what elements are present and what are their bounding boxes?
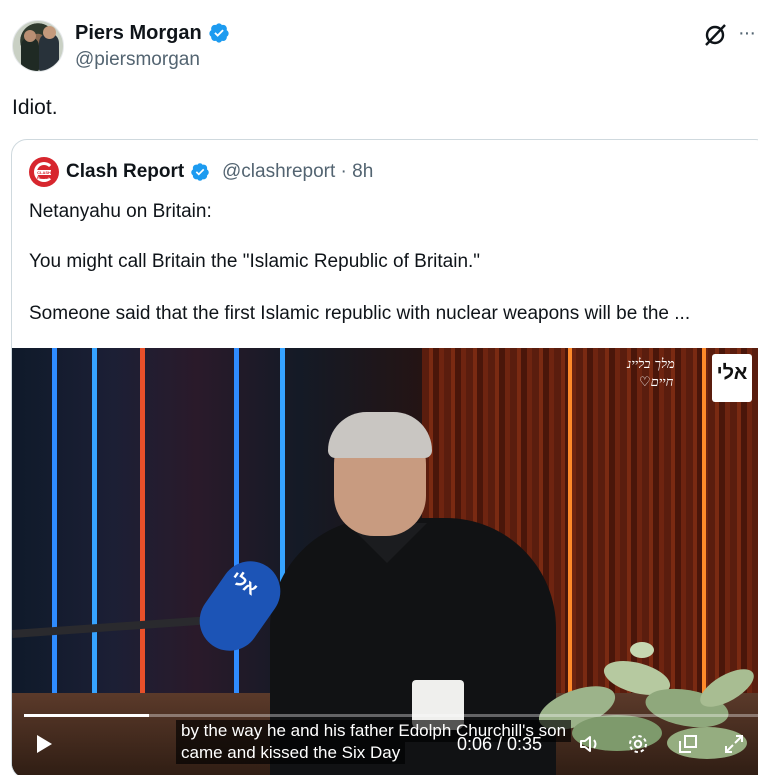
quote-text-line: Someone said that the first Islamic repu… — [29, 303, 691, 324]
fullscreen-icon[interactable] — [722, 732, 746, 756]
quote-text-line: You might call Britain the "Islamic Repu… — [29, 251, 481, 272]
quote-text-line: Netanyahu on Britain: — [29, 201, 212, 222]
video-time: 0:06 / 0:35 — [457, 734, 543, 754]
video-progress-bar[interactable] — [24, 714, 758, 717]
light-stripe — [140, 348, 145, 708]
quote-display-name[interactable]: Clash Report — [66, 160, 210, 184]
video-progress-fill — [24, 714, 150, 717]
verified-badge-icon — [209, 23, 229, 43]
light-stripe — [234, 348, 239, 708]
author-handle[interactable]: @piersmorgan — [75, 48, 200, 72]
quote-name-text[interactable]: Clash Report — [66, 160, 184, 184]
verified-badge-icon — [191, 163, 209, 181]
volume-icon[interactable] — [578, 732, 602, 756]
tweet: Piers Morgan @piersmorgan ··· Idiot. CLA… — [0, 0, 758, 775]
author-display-name[interactable]: Piers Morgan — [75, 20, 230, 46]
grok-icon[interactable] — [702, 22, 728, 48]
speaker-hair — [328, 412, 432, 458]
signature-text: מלך בליינ ♡חיים — [627, 357, 675, 390]
video-player[interactable]: אלי מלך בליינ ♡חיים אלי by the way he an… — [12, 348, 758, 775]
channel-logo-text: אלי — [716, 362, 748, 384]
quote-avatar[interactable]: CLASH REPORT — [29, 157, 59, 187]
popout-icon[interactable] — [676, 732, 700, 756]
play-icon[interactable] — [34, 733, 54, 755]
caption-line: came and kissed the Six Day — [176, 742, 406, 764]
tweet-text: Idiot. — [12, 96, 58, 119]
author-avatar[interactable] — [12, 20, 64, 72]
author-name-text[interactable]: Piers Morgan — [75, 20, 202, 46]
quote-handle-time[interactable]: @clashreport · 8h — [222, 160, 373, 184]
more-icon[interactable]: ··· — [738, 22, 758, 48]
settings-icon[interactable] — [626, 732, 650, 756]
light-stripe — [52, 348, 57, 708]
quoted-tweet-card[interactable]: CLASH REPORT Clash Report @clashreport ·… — [11, 139, 758, 775]
light-stripe — [92, 348, 97, 708]
